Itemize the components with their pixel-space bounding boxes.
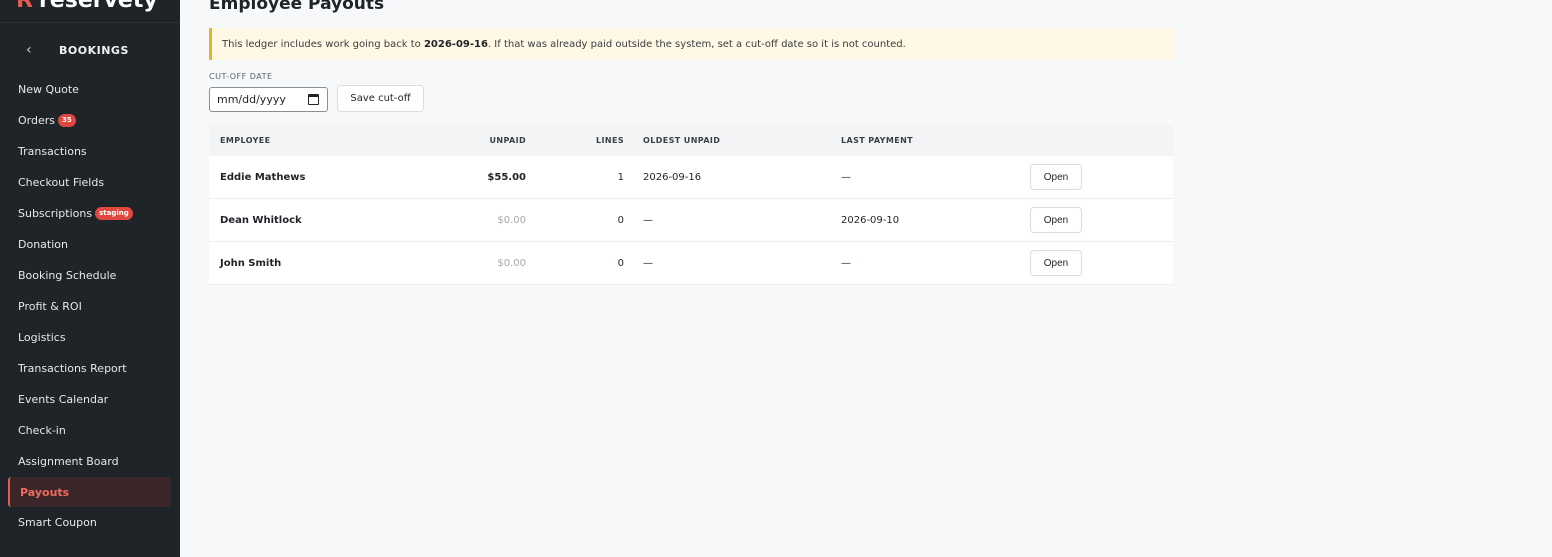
brand-logo[interactable]: R reservety	[16, 0, 158, 14]
sidebar-item-label: Orders	[18, 114, 55, 127]
unpaid-amount: $55.00	[487, 171, 526, 183]
oldest-unpaid: —	[643, 257, 653, 269]
header-oldest-unpaid[interactable]: OLDEST UNPAID	[643, 125, 720, 156]
sidebar-item-label: Logistics	[18, 331, 66, 344]
lines-count: 0	[617, 257, 624, 269]
page-title: Employee Payouts	[209, 0, 385, 14]
sidebar-item-label: Assignment Board	[18, 455, 119, 468]
logo-mark: R	[16, 0, 33, 13]
oldest-unpaid: 2026-09-16	[643, 171, 702, 183]
header-last-payment[interactable]: LAST PAYMENT	[841, 125, 913, 156]
staging-badge: staging	[95, 207, 133, 220]
open-button[interactable]: Open	[1030, 207, 1082, 233]
sidebar-item-label: Donation	[18, 238, 68, 251]
sidebar-item-checkout-fields[interactable]: Checkout Fields	[0, 167, 180, 198]
row-action: Open	[1030, 156, 1082, 198]
sidebar-section-header[interactable]: ‹ BOOKINGS	[0, 36, 180, 64]
sidebar-item-label: Payouts	[20, 485, 70, 499]
sidebar-item-label: Subscriptions	[18, 207, 93, 220]
sidebar-item-transactions-report[interactable]: Transactions Report	[0, 353, 180, 384]
sidebar-item-label: New Quote	[18, 83, 79, 96]
last-payment: 2026-09-10	[841, 214, 900, 226]
logo-text: reservety	[38, 0, 158, 13]
header-unpaid[interactable]: UNPAID	[429, 125, 526, 156]
sidebar-item-booking-schedule[interactable]: Booking Schedule	[0, 260, 180, 291]
sidebar-item-label: Booking Schedule	[18, 269, 117, 282]
employee-name: Eddie Mathews	[220, 171, 306, 183]
lines-count: 1	[617, 171, 624, 183]
section-title: BOOKINGS	[59, 43, 129, 57]
sidebar-item-subscriptions[interactable]: Subscriptions staging	[0, 198, 180, 229]
lines-count: 0	[617, 214, 624, 226]
payouts-table: EMPLOYEE UNPAID LINES OLDEST UNPAID LAST…	[209, 125, 1173, 285]
table-header: EMPLOYEE UNPAID LINES OLDEST UNPAID LAST…	[209, 125, 1173, 156]
sidebar-divider	[0, 22, 180, 23]
save-cutoff-button[interactable]: Save cut-off	[337, 85, 424, 112]
sidebar-item-label: Smart Coupon	[18, 516, 97, 529]
employee-name: John Smith	[220, 257, 282, 269]
unpaid-amount: $0.00	[497, 214, 526, 226]
employee-name: Dean Whitlock	[220, 214, 302, 226]
chevron-left-icon[interactable]: ‹	[26, 42, 32, 58]
notice-date: 2026-09-16	[423, 38, 488, 50]
sidebar-item-new-quote[interactable]: New Quote	[0, 74, 180, 105]
sidebar-item-logistics[interactable]: Logistics	[0, 322, 180, 353]
sidebar-nav: New Quote Orders 35 Transactions Checkout…	[0, 74, 180, 538]
cutoff-date-input[interactable]: mm/dd/yyyy	[209, 87, 328, 112]
open-button[interactable]: Open	[1030, 250, 1082, 276]
sidebar-item-assignment-board[interactable]: Assignment Board	[0, 446, 180, 477]
row-action: Open	[1030, 242, 1082, 284]
header-employee[interactable]: EMPLOYEE	[220, 125, 271, 156]
row-action: Open	[1030, 199, 1082, 241]
table-row: Eddie Mathews $55.00 1 2026-09-16 — Open	[209, 156, 1173, 199]
sidebar-item-check-in[interactable]: Check-in	[0, 415, 180, 446]
sidebar-item-profit-roi[interactable]: Profit & ROI	[0, 291, 180, 322]
main-content: Employee Payouts This ledger includes wo…	[180, 0, 1552, 557]
sidebar-item-payouts[interactable]: Payouts	[8, 477, 171, 507]
oldest-unpaid: —	[643, 214, 653, 226]
unpaid-amount: $0.00	[497, 257, 526, 269]
orders-count-badge: 35	[58, 114, 76, 127]
sidebar-item-transactions[interactable]: Transactions	[0, 136, 180, 167]
table-row: Dean Whitlock $0.00 0 — 2026-09-10 Open	[209, 199, 1173, 242]
sidebar-item-label: Check-in	[18, 424, 66, 437]
sidebar-item-label: Transactions Report	[18, 362, 127, 375]
sidebar-item-smart-coupon[interactable]: Smart Coupon	[0, 507, 180, 538]
date-placeholder: mm/dd/yyyy	[217, 93, 286, 106]
cutoff-notice: This ledger includes work going back to …	[209, 28, 1173, 60]
last-payment: —	[841, 257, 851, 269]
notice-prefix: This ledger includes work going back to	[222, 38, 421, 50]
header-lines[interactable]: LINES	[554, 125, 624, 156]
table-row: John Smith $0.00 0 — — Open	[209, 242, 1173, 285]
calendar-icon[interactable]	[308, 94, 319, 105]
sidebar-item-label: Profit & ROI	[18, 300, 82, 313]
sidebar-item-orders[interactable]: Orders 35	[0, 105, 180, 136]
sidebar-item-label: Events Calendar	[18, 393, 109, 406]
sidebar-item-donation[interactable]: Donation	[0, 229, 180, 260]
sidebar: R reservety ‹ BOOKINGS New Quote Orders 3…	[0, 0, 180, 557]
open-button[interactable]: Open	[1030, 164, 1082, 190]
cutoff-date-label: CUT-OFF DATE	[209, 72, 273, 81]
notice-suffix: . If that was already paid outside the s…	[487, 38, 906, 50]
last-payment: —	[841, 171, 851, 183]
sidebar-item-label: Transactions	[18, 145, 87, 158]
sidebar-item-events-calendar[interactable]: Events Calendar	[0, 384, 180, 415]
sidebar-item-label: Checkout Fields	[18, 176, 105, 189]
